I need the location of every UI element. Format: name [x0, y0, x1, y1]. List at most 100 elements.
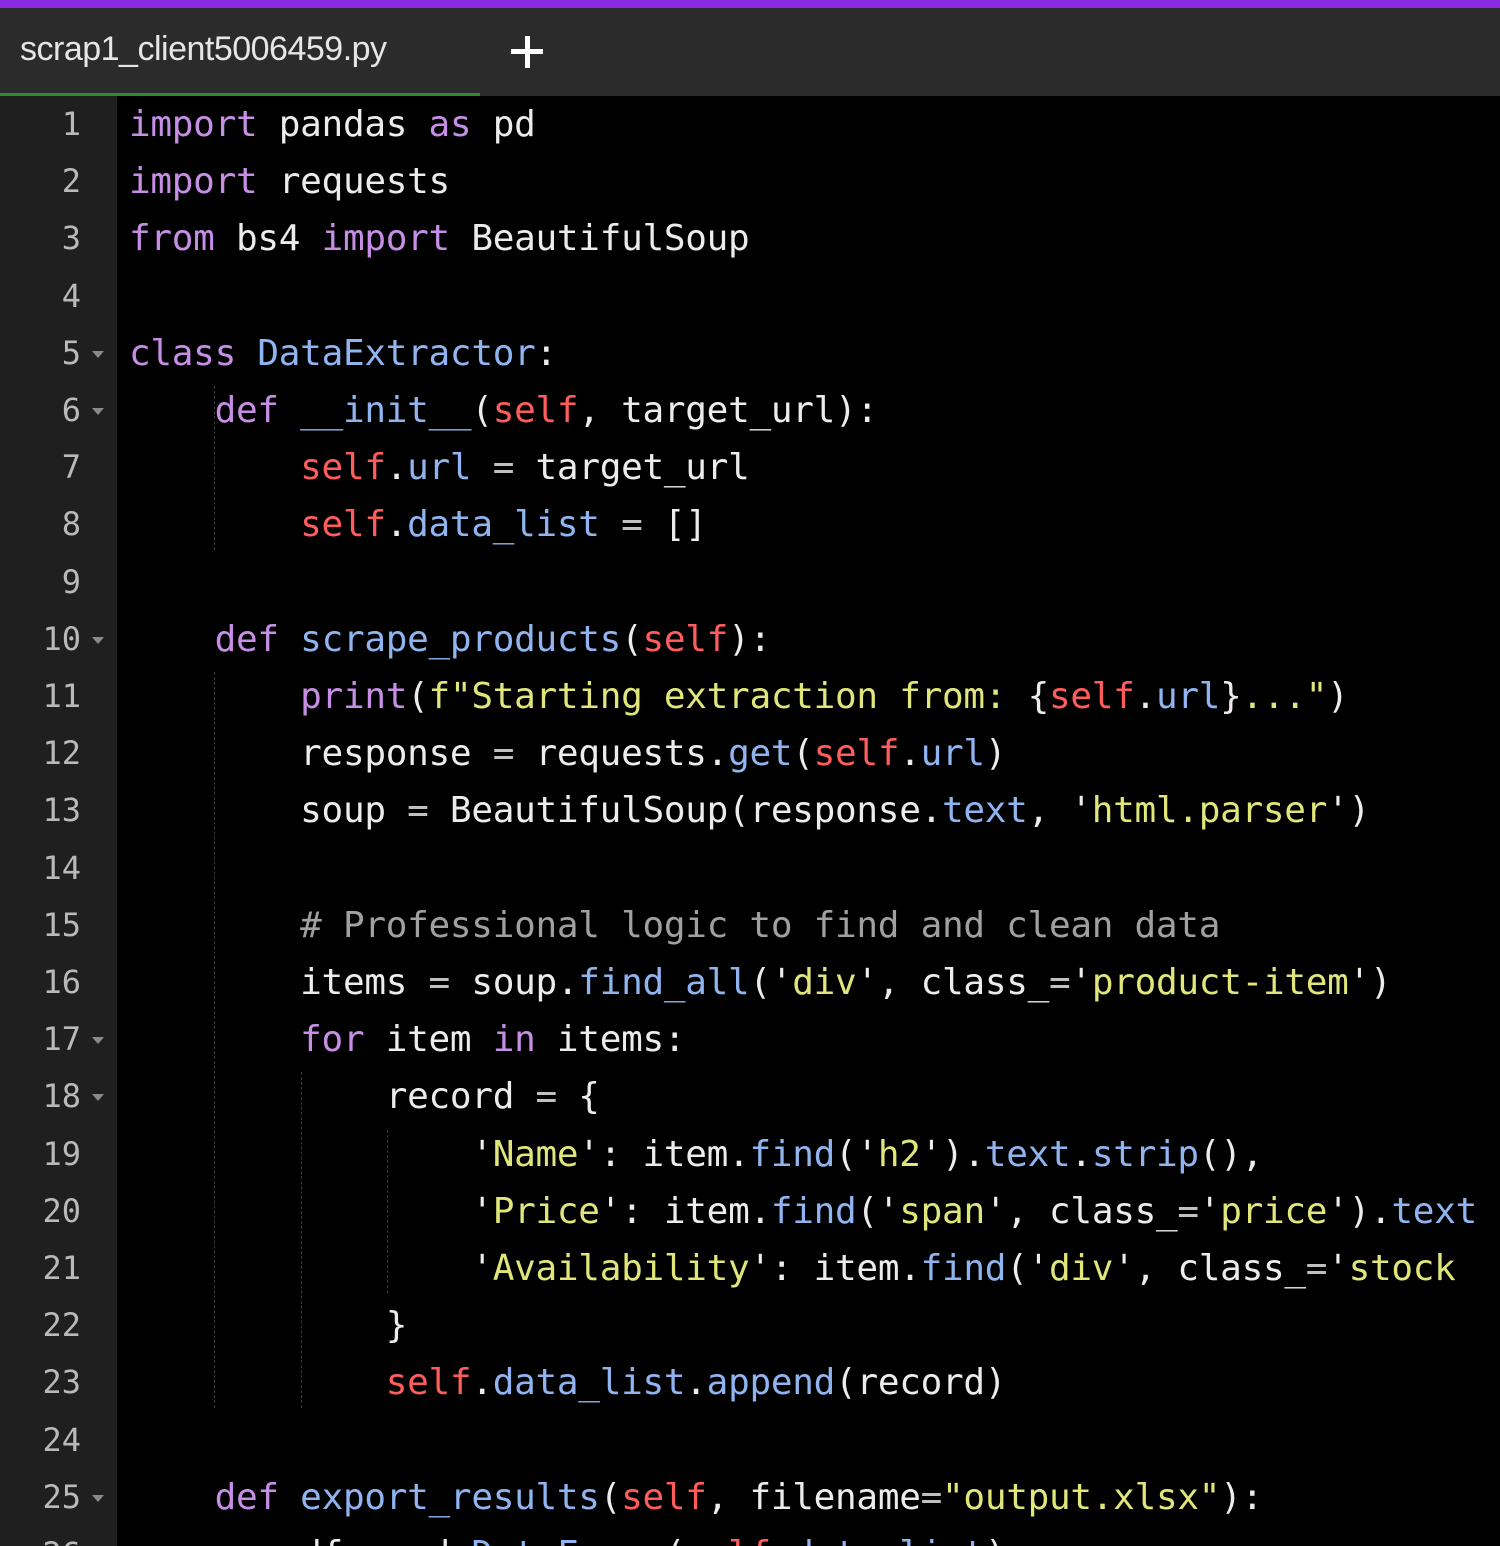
line-number: 17: [42, 1020, 81, 1059]
gutter-row: 24: [0, 1412, 117, 1469]
code-token: (: [664, 1534, 686, 1546]
code-area[interactable]: import pandas as pd import requests from b…: [129, 96, 1500, 1546]
code-token: bs4: [214, 218, 322, 260]
code-token: , target_url):: [578, 390, 878, 431]
code-line[interactable]: # Professional logic to find and clean d…: [129, 897, 1220, 954]
line-number: 24: [42, 1420, 81, 1459]
code-token: pandas: [257, 104, 429, 145]
gutter-row: 21: [0, 1240, 117, 1297]
line-number: 19: [42, 1134, 81, 1173]
code-token: =: [920, 1476, 943, 1518]
code-line[interactable]: class DataExtractor:: [129, 325, 557, 382]
code-token: ).: [1348, 1190, 1392, 1232]
code-token: def: [214, 618, 279, 660]
code-token: ): [1348, 790, 1371, 832]
line-number: 13: [42, 791, 81, 830]
code-line[interactable]: response = requests.get(self.url): [129, 725, 1006, 782]
plus-icon[interactable]: [507, 30, 547, 74]
code-line[interactable]: 'Availability': item.find('div', class_=…: [129, 1240, 1456, 1297]
code-line[interactable]: self.url = target_url: [129, 439, 750, 496]
code-line[interactable]: self.data_list.append(record): [129, 1354, 1007, 1411]
code-line[interactable]: items = soup.find_all('div', class_='pro…: [129, 954, 1392, 1011]
code-token: append: [706, 1362, 836, 1404]
chevron-down-icon[interactable]: [92, 408, 104, 415]
code-token: stock: [1348, 1248, 1456, 1289]
code-line[interactable]: def export_results(self, filename="outpu…: [129, 1469, 1264, 1526]
code-token: (: [1006, 1248, 1028, 1289]
code-token: pd: [471, 104, 536, 145]
code-line[interactable]: }: [129, 1297, 408, 1354]
code-token: ):: [728, 618, 771, 660]
code-line[interactable]: df = pd.DataFrame(self.data_list): [129, 1526, 1006, 1546]
gutter-row: 10: [0, 611, 117, 668]
code-token: product-item: [1091, 962, 1349, 1003]
code-token: url: [407, 447, 472, 489]
gutter-row: 11: [0, 668, 117, 725]
code-line[interactable]: 'Price': item.find('span', class_='price…: [129, 1183, 1477, 1240]
code-token: ):: [1220, 1476, 1263, 1518]
code-token: ,: [1027, 790, 1071, 832]
code-token: ': [1198, 1190, 1221, 1232]
line-number: 10: [42, 619, 81, 658]
code-line[interactable]: record = {: [129, 1068, 600, 1125]
code-token: data_list: [492, 1362, 686, 1404]
code-line[interactable]: def __init__(self, target_url):: [129, 382, 879, 439]
code-editor[interactable]: 1 2 3 4 5 6 7 8 9 10 11 12 13 14 15 16 17 18 19 20 21 22 23 24 2…: [0, 96, 1500, 1546]
code-line[interactable]: def scrape_products(self):: [129, 611, 772, 668]
code-line[interactable]: import requests: [129, 153, 450, 210]
chevron-down-icon[interactable]: [92, 350, 104, 358]
line-number: 7: [61, 448, 81, 487]
gutter-row: 22: [0, 1297, 117, 1354]
code-line[interactable]: self.data_list = []: [129, 496, 707, 553]
code-token: ': [1327, 1248, 1349, 1289]
gutter-row: 18: [0, 1068, 117, 1125]
code-line[interactable]: from bs4 import BeautifulSoup: [129, 210, 750, 267]
code-line[interactable]: import pandas as pd: [129, 96, 536, 153]
code-token: ': [578, 1133, 600, 1175]
code-line[interactable]: 'Name': item.find('h2').text.strip(),: [129, 1126, 1263, 1183]
code-token: record: [129, 1076, 536, 1118]
gutter-row: 26: [0, 1526, 117, 1546]
code-token: ': [1113, 1248, 1135, 1289]
code-token: , class_: [877, 962, 1050, 1003]
code-token: self: [1048, 676, 1135, 717]
code-token: Name: [492, 1133, 579, 1175]
code-token: __init__: [300, 390, 472, 431]
code-line[interactable]: soup = BeautifulSoup(response.text, 'htm…: [129, 782, 1370, 839]
gutter-row: 17: [0, 1011, 117, 1068]
code-token: in: [492, 1019, 536, 1061]
chevron-down-icon[interactable]: [92, 1037, 104, 1045]
code-token: DataExtractor: [257, 332, 536, 374]
line-number: 3: [61, 219, 81, 258]
code-token: ).: [942, 1133, 985, 1175]
line-number: 5: [61, 333, 81, 372]
code-token: ': [920, 1133, 943, 1175]
code-token: span: [899, 1190, 985, 1232]
gutter-row: 9: [0, 554, 117, 611]
tab-active-file[interactable]: scrap1_client5006459.py: [0, 8, 480, 96]
chevron-down-icon[interactable]: [92, 636, 104, 644]
code-token: class: [129, 332, 236, 374]
gutter-row: 7: [0, 439, 117, 496]
code-token: # Professional logic to find and clean d…: [300, 904, 1221, 946]
code-token: []: [642, 504, 707, 546]
code-token: ': [749, 1248, 771, 1289]
code-token: url: [920, 733, 985, 775]
code-token: self: [300, 447, 386, 489]
code-token: ': [471, 1190, 493, 1232]
code-token: requests: [257, 161, 450, 203]
code-token: ): [984, 733, 1007, 775]
code-token: def: [214, 1476, 279, 1518]
code-token: .: [685, 1362, 707, 1404]
code-token: =: [621, 504, 643, 546]
code-line[interactable]: for item in items:: [129, 1011, 685, 1068]
code-token: export_results: [300, 1476, 600, 1518]
code-token: div: [1049, 1248, 1114, 1289]
line-number: 12: [42, 734, 81, 773]
chevron-down-icon[interactable]: [92, 1094, 104, 1102]
code-line[interactable]: print(f"Starting extraction from: {self.…: [129, 668, 1349, 725]
chevron-down-icon[interactable]: [92, 1494, 104, 1502]
code-token: .: [1134, 676, 1157, 717]
